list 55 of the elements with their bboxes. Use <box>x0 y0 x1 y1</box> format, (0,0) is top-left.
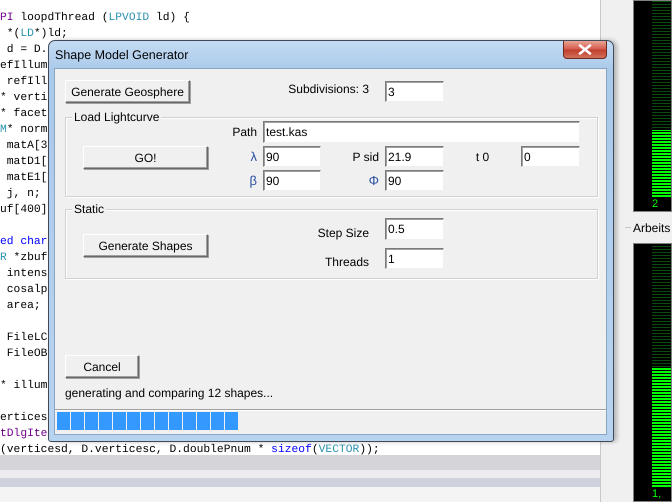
number-field[interactable]: 21.9 <box>385 146 444 167</box>
field-label: Step Size <box>318 226 370 240</box>
code-line: * illum <box>0 378 48 394</box>
code-line: * facet <box>0 106 48 122</box>
group-title: Load Lightcurve <box>72 110 162 124</box>
code-line: FileOB <box>6 346 48 362</box>
code-line: matE1[ <box>6 170 48 186</box>
code-line: d = D. <box>6 42 48 58</box>
status-text: generating and comparing 12 shapes... <box>65 386 274 400</box>
path-field[interactable]: test.kas <box>263 121 580 143</box>
code-line: tDlgIte <box>0 426 48 442</box>
code-line: j, n; <box>6 186 41 202</box>
group-title: Static <box>72 202 106 216</box>
number-field[interactable]: 90 <box>385 170 444 191</box>
field-label: t 0 <box>476 150 490 164</box>
subdivisions-label: Subdivisions: 3 <box>287 82 369 96</box>
code-line: matD1[ <box>6 154 48 170</box>
code-line: ed char <box>0 234 48 250</box>
number-field[interactable]: 0 <box>521 146 580 167</box>
go-button[interactable]: GO! <box>83 146 208 169</box>
code-line: refIll <box>6 74 48 90</box>
code-line: ertices <box>0 410 48 426</box>
code-line: *(LD*)ld; <box>6 26 68 42</box>
generate-geosphere-button[interactable]: Generate Geosphere <box>65 80 190 103</box>
code-line: efIllum <box>0 58 48 74</box>
code-line: PI loopdThread (LPVOID ld) { <box>0 10 190 26</box>
cancel-button[interactable]: Cancel <box>65 355 139 378</box>
code-line: (verticesd, D.verticesc, D.doublePnum * sizeof(VECTOR)); <box>0 442 380 458</box>
code-line: FileLC <box>6 330 48 346</box>
code-line: * verti <box>0 90 48 106</box>
field-label: Φ <box>368 173 380 188</box>
field-label: Threads <box>324 255 370 269</box>
meter-reading: 1, <box>651 487 662 501</box>
field-label: P sid <box>352 150 380 164</box>
path-label: Path <box>232 125 258 139</box>
meter-reading: 2 <box>651 197 660 211</box>
subdivisions-field[interactable]: 3 <box>385 81 444 102</box>
number-field[interactable]: 90 <box>263 146 321 167</box>
field-label: β <box>250 173 258 188</box>
number-field[interactable]: 0.5 <box>385 218 444 240</box>
code-line: intens <box>6 266 48 282</box>
code-line: uf[400] <box>0 202 48 218</box>
group-label: Arbeits <box>631 220 670 234</box>
code-line: cosalp <box>6 282 48 298</box>
field-label: λ <box>250 149 258 164</box>
close-icon <box>578 44 592 55</box>
code-line: M* norm <box>0 122 48 138</box>
window-title: Shape Model Generator <box>55 48 188 62</box>
code-line: matA[3 <box>6 138 48 154</box>
close-button[interactable] <box>563 41 607 59</box>
number-field[interactable]: 90 <box>263 170 321 191</box>
code-line: area; <box>6 299 41 314</box>
generate-shapes-button[interactable]: Generate Shapes <box>83 234 208 257</box>
number-field[interactable]: 1 <box>385 248 444 269</box>
code-line: R *zbuf <box>0 250 48 266</box>
